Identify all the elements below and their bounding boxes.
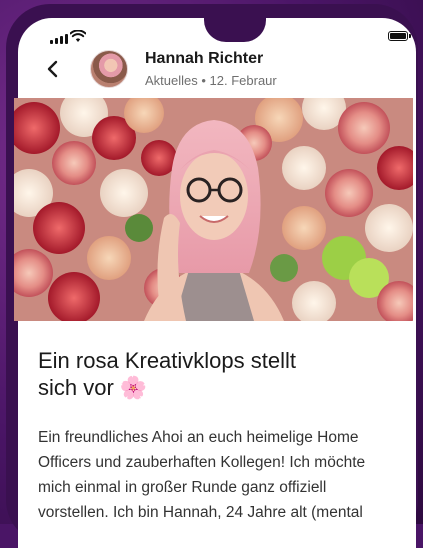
cherry-blossom-icon: 🌸 bbox=[119, 375, 148, 400]
post-meta: Aktuelles • 12. Febraur bbox=[145, 73, 277, 88]
post-body-line: Officers und zauberhaften Kollegen! Ich … bbox=[38, 454, 366, 471]
post-body-line: mich einmal in großer Runde ganz offizie… bbox=[38, 479, 327, 496]
post-body: Ein freundliches Ahoi an euch heimelige … bbox=[38, 425, 398, 525]
post-title: Ein rosa Kreativklops stellt sich vor 🌸 bbox=[38, 347, 378, 401]
post-title-line2: sich vor bbox=[38, 375, 114, 400]
post-body-line: vorstellen. Ich bin Hannah, 24 Jahre alt… bbox=[38, 504, 363, 521]
author-avatar[interactable] bbox=[90, 50, 128, 88]
back-button[interactable] bbox=[34, 50, 72, 88]
cellular-signal-icon bbox=[50, 34, 68, 44]
author-name[interactable]: Hannah Richter bbox=[145, 50, 263, 68]
chevron-left-icon bbox=[47, 60, 58, 78]
post-title-line1: Ein rosa Kreativklops stellt bbox=[38, 348, 296, 373]
phone-notch bbox=[204, 18, 266, 42]
post-body-line: Ein freundliches Ahoi an euch heimelige … bbox=[38, 429, 359, 446]
wifi-icon bbox=[70, 30, 86, 42]
post-image bbox=[14, 98, 413, 321]
battery-icon bbox=[388, 31, 411, 41]
